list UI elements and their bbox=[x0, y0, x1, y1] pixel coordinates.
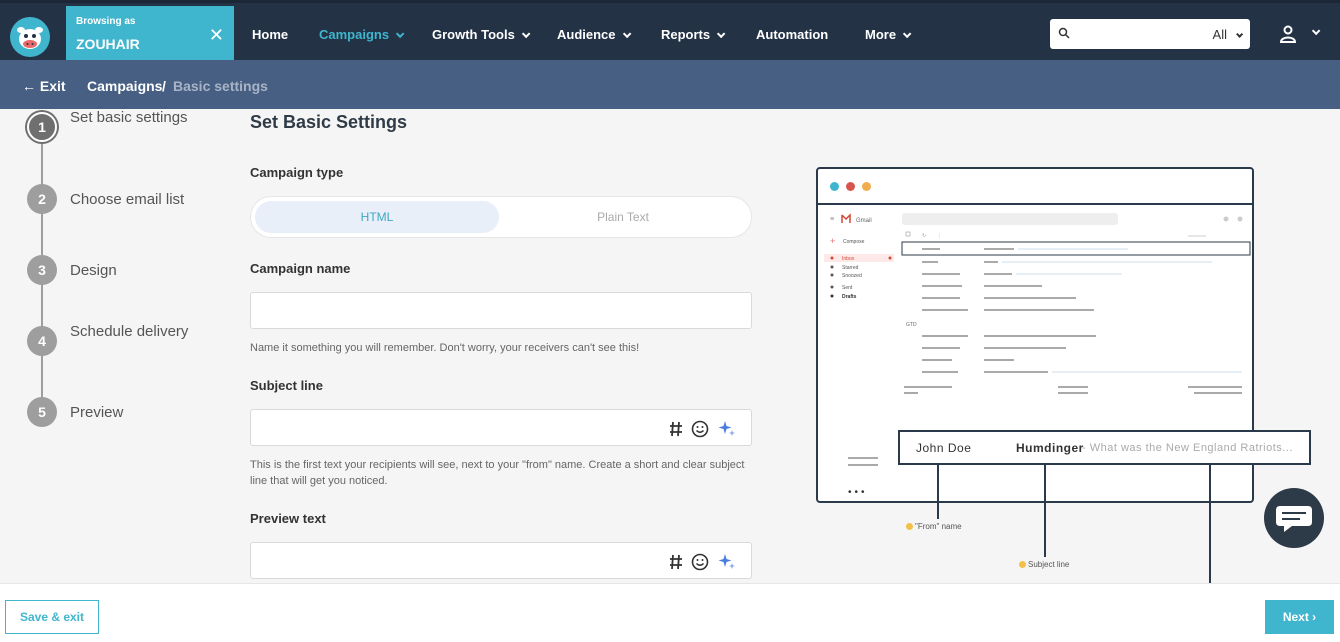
nav-automation[interactable]: Automation bbox=[756, 27, 828, 42]
window-dot-icon bbox=[846, 182, 855, 191]
browsing-label: Browsing as bbox=[76, 16, 136, 27]
subject-tools bbox=[669, 419, 737, 439]
step-4-circle[interactable]: 4 bbox=[27, 326, 57, 356]
campaign-type-label: Campaign type bbox=[250, 165, 344, 180]
from-pointer-line bbox=[937, 465, 939, 519]
folder-inbox: Inbox bbox=[842, 256, 855, 262]
step-1-label[interactable]: Set basic settings bbox=[70, 107, 200, 128]
campaign-name-field[interactable] bbox=[250, 292, 752, 329]
footer-bar: Save & exit Next › bbox=[0, 583, 1340, 642]
chevron-down-icon bbox=[521, 29, 531, 39]
emoji-icon[interactable] bbox=[691, 553, 709, 571]
folder-drafts: Drafts bbox=[842, 294, 857, 300]
browser-chrome bbox=[818, 169, 1252, 205]
gmail-mock: ≡ Gmail + Compose Inbox Starred Snoozed … bbox=[824, 213, 1251, 394]
close-icon[interactable]: ✕ bbox=[209, 25, 224, 46]
next-button[interactable]: Next › bbox=[1265, 600, 1334, 634]
hash-icon[interactable] bbox=[669, 554, 683, 570]
app-logo[interactable] bbox=[10, 17, 50, 57]
breadcrumb-separator: / bbox=[162, 78, 166, 94]
chevron-down-icon bbox=[1236, 30, 1244, 38]
type-html-option[interactable]: HTML bbox=[255, 201, 499, 233]
chevron-down-icon bbox=[395, 29, 405, 39]
step-4-label[interactable]: Schedule delivery bbox=[70, 321, 200, 342]
preview-tools bbox=[669, 552, 737, 572]
nav-home[interactable]: Home bbox=[252, 27, 288, 42]
window-dot-icon bbox=[830, 182, 839, 191]
window-dot-icon bbox=[862, 182, 871, 191]
svg-text:≡: ≡ bbox=[830, 216, 834, 223]
step-5-circle[interactable]: 5 bbox=[27, 397, 57, 427]
from-name-annotation: "From" name bbox=[906, 522, 962, 531]
subject-line-label: Subject line bbox=[250, 378, 323, 393]
breadcrumb: ← Exit Campaigns / Basic settings bbox=[0, 60, 1340, 109]
subject-line-field[interactable] bbox=[250, 409, 752, 446]
nav-audience[interactable]: Audience bbox=[557, 27, 631, 42]
step-1-circle[interactable]: 1 bbox=[27, 112, 57, 142]
campaign-type-toggle: HTML Plain Text bbox=[250, 196, 752, 238]
preview-text-label: Preview text bbox=[250, 511, 326, 526]
nav-campaigns[interactable]: Campaigns bbox=[319, 27, 405, 42]
save-and-exit-button[interactable]: Save & exit bbox=[5, 600, 99, 634]
subject-line-help: This is the first text your recipients w… bbox=[250, 459, 745, 487]
search-box: All bbox=[1050, 19, 1250, 49]
preview-pointer-line bbox=[1209, 465, 1211, 583]
type-plain-text-option[interactable]: Plain Text bbox=[501, 201, 745, 233]
callout-subject: Humdinger bbox=[1016, 441, 1084, 455]
chat-icon bbox=[1276, 506, 1312, 532]
campaign-name-help: Name it something you will remember. Don… bbox=[250, 342, 640, 354]
compose-label: Compose bbox=[843, 239, 865, 245]
browsing-user: ZOUHAIR bbox=[76, 36, 140, 52]
chevron-down-icon bbox=[902, 29, 912, 39]
search-icon bbox=[1058, 27, 1070, 39]
top-navbar: Browsing as ZOUHAIR ✕ Home Campaigns Gro… bbox=[0, 0, 1340, 63]
preview-text-field[interactable] bbox=[250, 542, 752, 579]
step-2-label[interactable]: Choose email list bbox=[70, 189, 200, 210]
ai-sparkle-icon[interactable] bbox=[717, 419, 737, 439]
browsing-as-panel: Browsing as ZOUHAIR ✕ bbox=[66, 6, 234, 63]
search-input[interactable] bbox=[1074, 24, 1194, 44]
callout-from-name: John Doe bbox=[916, 441, 972, 455]
more-dots-icon: ••• bbox=[848, 487, 868, 498]
arrow-left-icon: ← bbox=[22, 78, 36, 94]
step-5-label[interactable]: Preview bbox=[70, 402, 200, 423]
preview-sidebar-lines bbox=[848, 457, 878, 466]
cow-logo-icon bbox=[17, 27, 43, 49]
subject-line-annotation: Subject line bbox=[1019, 560, 1069, 569]
chat-button[interactable] bbox=[1264, 488, 1324, 548]
breadcrumb-campaigns[interactable]: Campaigns bbox=[87, 78, 162, 94]
search-scope-select[interactable]: All bbox=[1213, 27, 1244, 42]
user-icon[interactable] bbox=[1279, 25, 1297, 43]
chevron-down-icon bbox=[717, 29, 726, 39]
hash-icon[interactable] bbox=[669, 421, 683, 437]
exit-button[interactable]: ← Exit bbox=[22, 78, 66, 94]
step-3-label[interactable]: Design bbox=[70, 260, 200, 281]
group-gtd-label: GTD bbox=[906, 322, 917, 328]
folder-snoozed: Snoozed bbox=[842, 273, 862, 279]
callout-preview: - What was the New England Ratriots... bbox=[1082, 442, 1293, 454]
chevron-down-icon bbox=[622, 29, 631, 39]
gmail-label: Gmail bbox=[856, 218, 872, 224]
nav-more[interactable]: More bbox=[865, 27, 912, 42]
emoji-icon[interactable] bbox=[691, 420, 709, 438]
subject-pointer-line bbox=[1044, 465, 1046, 557]
svg-text:+: + bbox=[830, 236, 835, 246]
inbox-row-callout: John Doe Humdinger - What was the New En… bbox=[898, 430, 1311, 465]
step-2-circle[interactable]: 2 bbox=[27, 184, 57, 214]
breadcrumb-current: Basic settings bbox=[173, 78, 268, 94]
folder-sent: Sent bbox=[842, 285, 853, 291]
annotation-dot-icon bbox=[1019, 561, 1026, 568]
chevron-right-icon: › bbox=[1312, 610, 1317, 624]
folder-starred: Starred bbox=[842, 265, 859, 271]
ai-sparkle-icon[interactable] bbox=[717, 552, 737, 572]
chevron-down-icon[interactable] bbox=[1311, 26, 1321, 36]
nav-growth-tools[interactable]: Growth Tools bbox=[432, 27, 531, 42]
annotation-dot-icon bbox=[906, 523, 913, 530]
svg-text:⋮: ⋮ bbox=[937, 233, 942, 239]
svg-text:↻: ↻ bbox=[922, 233, 926, 239]
campaign-name-label: Campaign name bbox=[250, 261, 351, 276]
step-3-circle[interactable]: 3 bbox=[27, 255, 57, 285]
page-title: Set Basic Settings bbox=[250, 112, 408, 132]
nav-reports[interactable]: Reports bbox=[661, 27, 726, 42]
